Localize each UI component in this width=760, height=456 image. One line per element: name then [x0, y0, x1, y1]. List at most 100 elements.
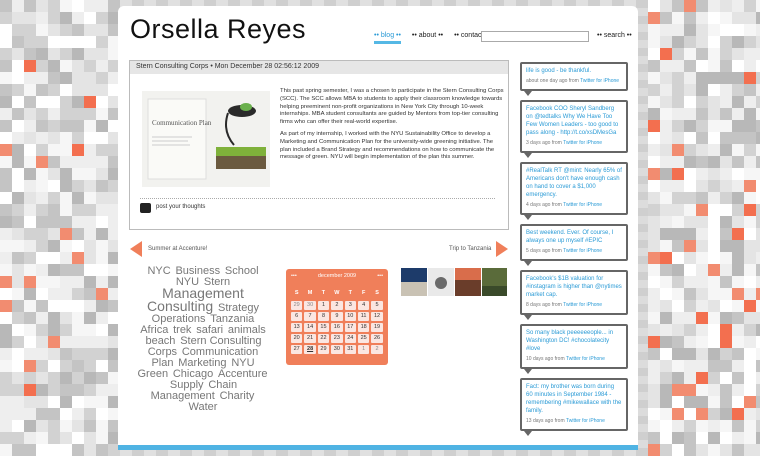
- calendar-day[interactable]: 28: [304, 345, 316, 354]
- calendar-day[interactable]: 11: [357, 312, 370, 321]
- calendar-day[interactable]: 31: [344, 345, 356, 354]
- tweet: Facebook COO Sheryl Sandberg on @tedtalk…: [520, 100, 628, 158]
- comment-icon[interactable]: [140, 203, 151, 213]
- calendar-day[interactable]: 21: [304, 334, 316, 343]
- post-divider: [140, 198, 495, 199]
- tweet-time[interactable]: 5 days ago from: [526, 248, 562, 254]
- tweet-text[interactable]: Facebook COO Sheryl Sandberg on @tedtalk…: [526, 105, 622, 137]
- calendar-day[interactable]: 17: [344, 323, 356, 332]
- tweet-source[interactable]: Twitter for iPhone: [563, 140, 602, 146]
- site-title[interactable]: Orsella Reyes: [130, 14, 306, 45]
- calendar-day[interactable]: 1: [357, 345, 370, 354]
- tweet-source[interactable]: Twitter for iPhone: [563, 302, 602, 308]
- post-paragraph: As part of my internship, I worked with …: [280, 130, 495, 161]
- calendar-day[interactable]: 12: [371, 312, 383, 321]
- calendar-day[interactable]: 18: [357, 323, 370, 332]
- calendar-day[interactable]: 24: [344, 334, 356, 343]
- tweet-time[interactable]: 13 days ago from: [526, 418, 565, 424]
- calendar-day[interactable]: 20: [291, 334, 303, 343]
- post-header[interactable]: Stern Consulting Corps • Mon December 28…: [130, 61, 508, 74]
- tag-link[interactable]: Water: [189, 401, 218, 413]
- calendar-dayname: F: [361, 290, 366, 296]
- next-post-link[interactable]: Trip to Tanzania: [449, 246, 491, 252]
- tweet-text[interactable]: Facebook's $1B valuation for #instagram …: [526, 275, 622, 299]
- calendar-day[interactable]: 30: [331, 345, 343, 354]
- calendar-day[interactable]: 14: [304, 323, 316, 332]
- calendar-day[interactable]: 26: [371, 334, 383, 343]
- page-container: Orsella Reyes •• blog •• •• about •• •• …: [118, 6, 638, 450]
- tweet-meta: about one day ago from Twitter for iPhon…: [526, 77, 622, 85]
- calendar-day[interactable]: 29: [291, 301, 303, 310]
- tweet-source[interactable]: Twitter for iPhone: [566, 356, 605, 362]
- post-image[interactable]: Communication Plan: [142, 91, 270, 187]
- calendar-day[interactable]: 13: [291, 323, 303, 332]
- tweet-meta: 4 days ago from Twitter for iPhone: [526, 201, 622, 209]
- calendar-dayname: T: [321, 290, 326, 296]
- tag-link[interactable]: Consulting: [147, 298, 213, 314]
- tweet-text[interactable]: So many black peeeeeeople... in Washingt…: [526, 329, 622, 353]
- tweet-source[interactable]: Twitter for iPhone: [580, 78, 619, 84]
- tweet-text[interactable]: #RealTalk RT @mint: Nearly 65% of Americ…: [526, 167, 622, 199]
- calendar-day[interactable]: 22: [317, 334, 330, 343]
- tweet-text[interactable]: Best weekend. Ever. Of course, I always …: [526, 229, 622, 245]
- tweet-text[interactable]: life is good - be thankful.: [526, 67, 622, 75]
- calendar-day[interactable]: 19: [371, 323, 383, 332]
- nav-blog[interactable]: •• blog ••: [374, 32, 401, 44]
- post-paragraph: This past spring semester, I was a chose…: [280, 88, 504, 126]
- tweet-meta: 3 days ago from Twitter for iPhone: [526, 139, 622, 147]
- calendar-day[interactable]: 7: [304, 312, 316, 321]
- tweet: #RealTalk RT @mint: Nearly 65% of Americ…: [520, 162, 628, 220]
- tweet-time[interactable]: 3 days ago from: [526, 140, 562, 146]
- tweet-source[interactable]: Twitter for iPhone: [566, 418, 605, 424]
- calendar-title: december 2009: [317, 273, 357, 279]
- tweet-text[interactable]: Fact: my brother was born during 60 minu…: [526, 383, 622, 415]
- calendar-day[interactable]: 1: [317, 301, 330, 310]
- calendar-day[interactable]: 3: [344, 301, 356, 310]
- tweet-meta: 5 days ago from Twitter for iPhone: [526, 247, 622, 255]
- calendar-day[interactable]: 2: [331, 301, 343, 310]
- tweet-source[interactable]: Twitter for iPhone: [563, 248, 602, 254]
- post-image-caption: Communication Plan: [152, 119, 212, 127]
- blog-post: Stern Consulting Corps • Mon December 28…: [129, 60, 509, 230]
- prev-arrow-icon[interactable]: [130, 241, 142, 257]
- tweet-time[interactable]: 8 days ago from: [526, 302, 562, 308]
- calendar-dayname: M: [307, 290, 313, 296]
- tweet-time[interactable]: about one day ago from: [526, 78, 579, 84]
- post-comment-link[interactable]: post your thoughts: [156, 204, 205, 210]
- calendar-day[interactable]: 5: [371, 301, 383, 310]
- tweet-meta: 10 days ago from Twitter for iPhone: [526, 355, 622, 363]
- calendar-day[interactable]: 25: [357, 334, 370, 343]
- footer-bar: [118, 445, 638, 450]
- calendar-day[interactable]: 15: [317, 323, 330, 332]
- search-input[interactable]: [481, 31, 589, 42]
- calendar-day[interactable]: 4: [357, 301, 370, 310]
- tweet-time[interactable]: 4 days ago from: [526, 202, 562, 208]
- calendar-day[interactable]: 10: [344, 312, 356, 321]
- calendar-grid: S M T W T F S 29 30 1 2 3 4 5 6 7 8 9 10 11 12 13 14 15 16 17 18 19…: [290, 289, 384, 355]
- calendar-day[interactable]: 29: [317, 345, 330, 354]
- tweet-source[interactable]: Twitter for iPhone: [563, 202, 602, 208]
- calendar-day[interactable]: 9: [331, 312, 343, 321]
- calendar-day[interactable]: 27: [291, 345, 303, 354]
- search-button[interactable]: •• search ••: [597, 32, 632, 39]
- tag-link[interactable]: Charity: [220, 390, 255, 402]
- calendar-day[interactable]: 16: [331, 323, 343, 332]
- calendar-day[interactable]: 6: [291, 312, 303, 321]
- photo-thumbnails: [401, 268, 507, 296]
- tweet-meta: 8 days ago from Twitter for iPhone: [526, 301, 622, 309]
- tag-link[interactable]: NYC: [147, 265, 170, 277]
- calendar-day[interactable]: 30: [304, 301, 316, 310]
- tweet: life is good - be thankful. about one day…: [520, 62, 628, 96]
- calendar-widget: ••• december 2009 ••• S M T W T F S 29 30 1 2 3 4 5 6 7…: [286, 269, 388, 365]
- tweet-meta: 13 days ago from Twitter for iPhone: [526, 417, 622, 425]
- tweet: Fact: my brother was born during 60 minu…: [520, 378, 628, 436]
- calendar-next-button[interactable]: •••: [377, 273, 383, 279]
- calendar-day[interactable]: 2: [371, 345, 383, 354]
- tag-cloud: NYC Business School NYU Stern Management…: [135, 266, 271, 413]
- prev-post-link[interactable]: Summer at Accenture!: [148, 246, 207, 252]
- tweet-time[interactable]: 10 days ago from: [526, 356, 565, 362]
- calendar-day[interactable]: 8: [317, 312, 330, 321]
- calendar-day[interactable]: 23: [331, 334, 343, 343]
- next-arrow-icon[interactable]: [496, 241, 508, 257]
- nav-about[interactable]: •• about ••: [412, 32, 443, 39]
